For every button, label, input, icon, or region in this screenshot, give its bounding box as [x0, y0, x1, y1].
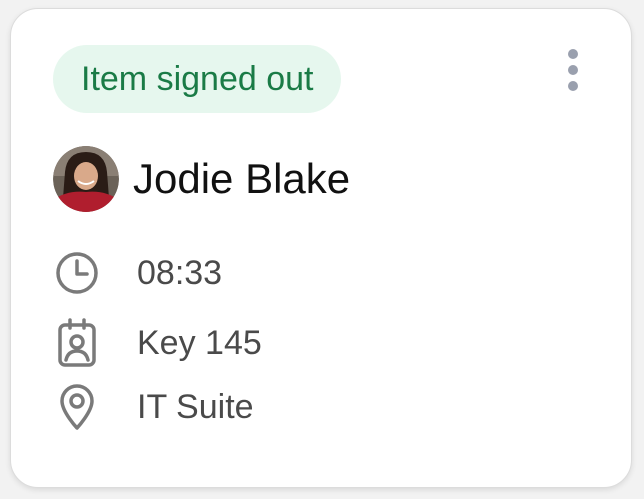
- user-row: Jodie Blake: [53, 145, 350, 213]
- clock-icon: [53, 249, 101, 297]
- key-row: Key 145: [53, 317, 262, 369]
- key-value: Key 145: [137, 323, 262, 362]
- more-options-button[interactable]: [551, 43, 595, 97]
- location-pin-icon: [53, 383, 101, 431]
- sign-out-card: Item signed out Jodie Blake 08:33 Key 14…: [10, 8, 632, 488]
- location-row: IT Suite: [53, 381, 254, 433]
- user-name: Jodie Blake: [133, 155, 351, 202]
- location-value: IT Suite: [137, 387, 254, 426]
- time-value: 08:33: [137, 253, 223, 292]
- more-vertical-icon: [568, 49, 578, 91]
- avatar: [53, 146, 119, 212]
- badge-icon: [53, 318, 101, 367]
- status-badge-label: Item signed out: [81, 60, 314, 98]
- status-badge: Item signed out: [53, 45, 342, 113]
- time-row: 08:33: [53, 247, 222, 299]
